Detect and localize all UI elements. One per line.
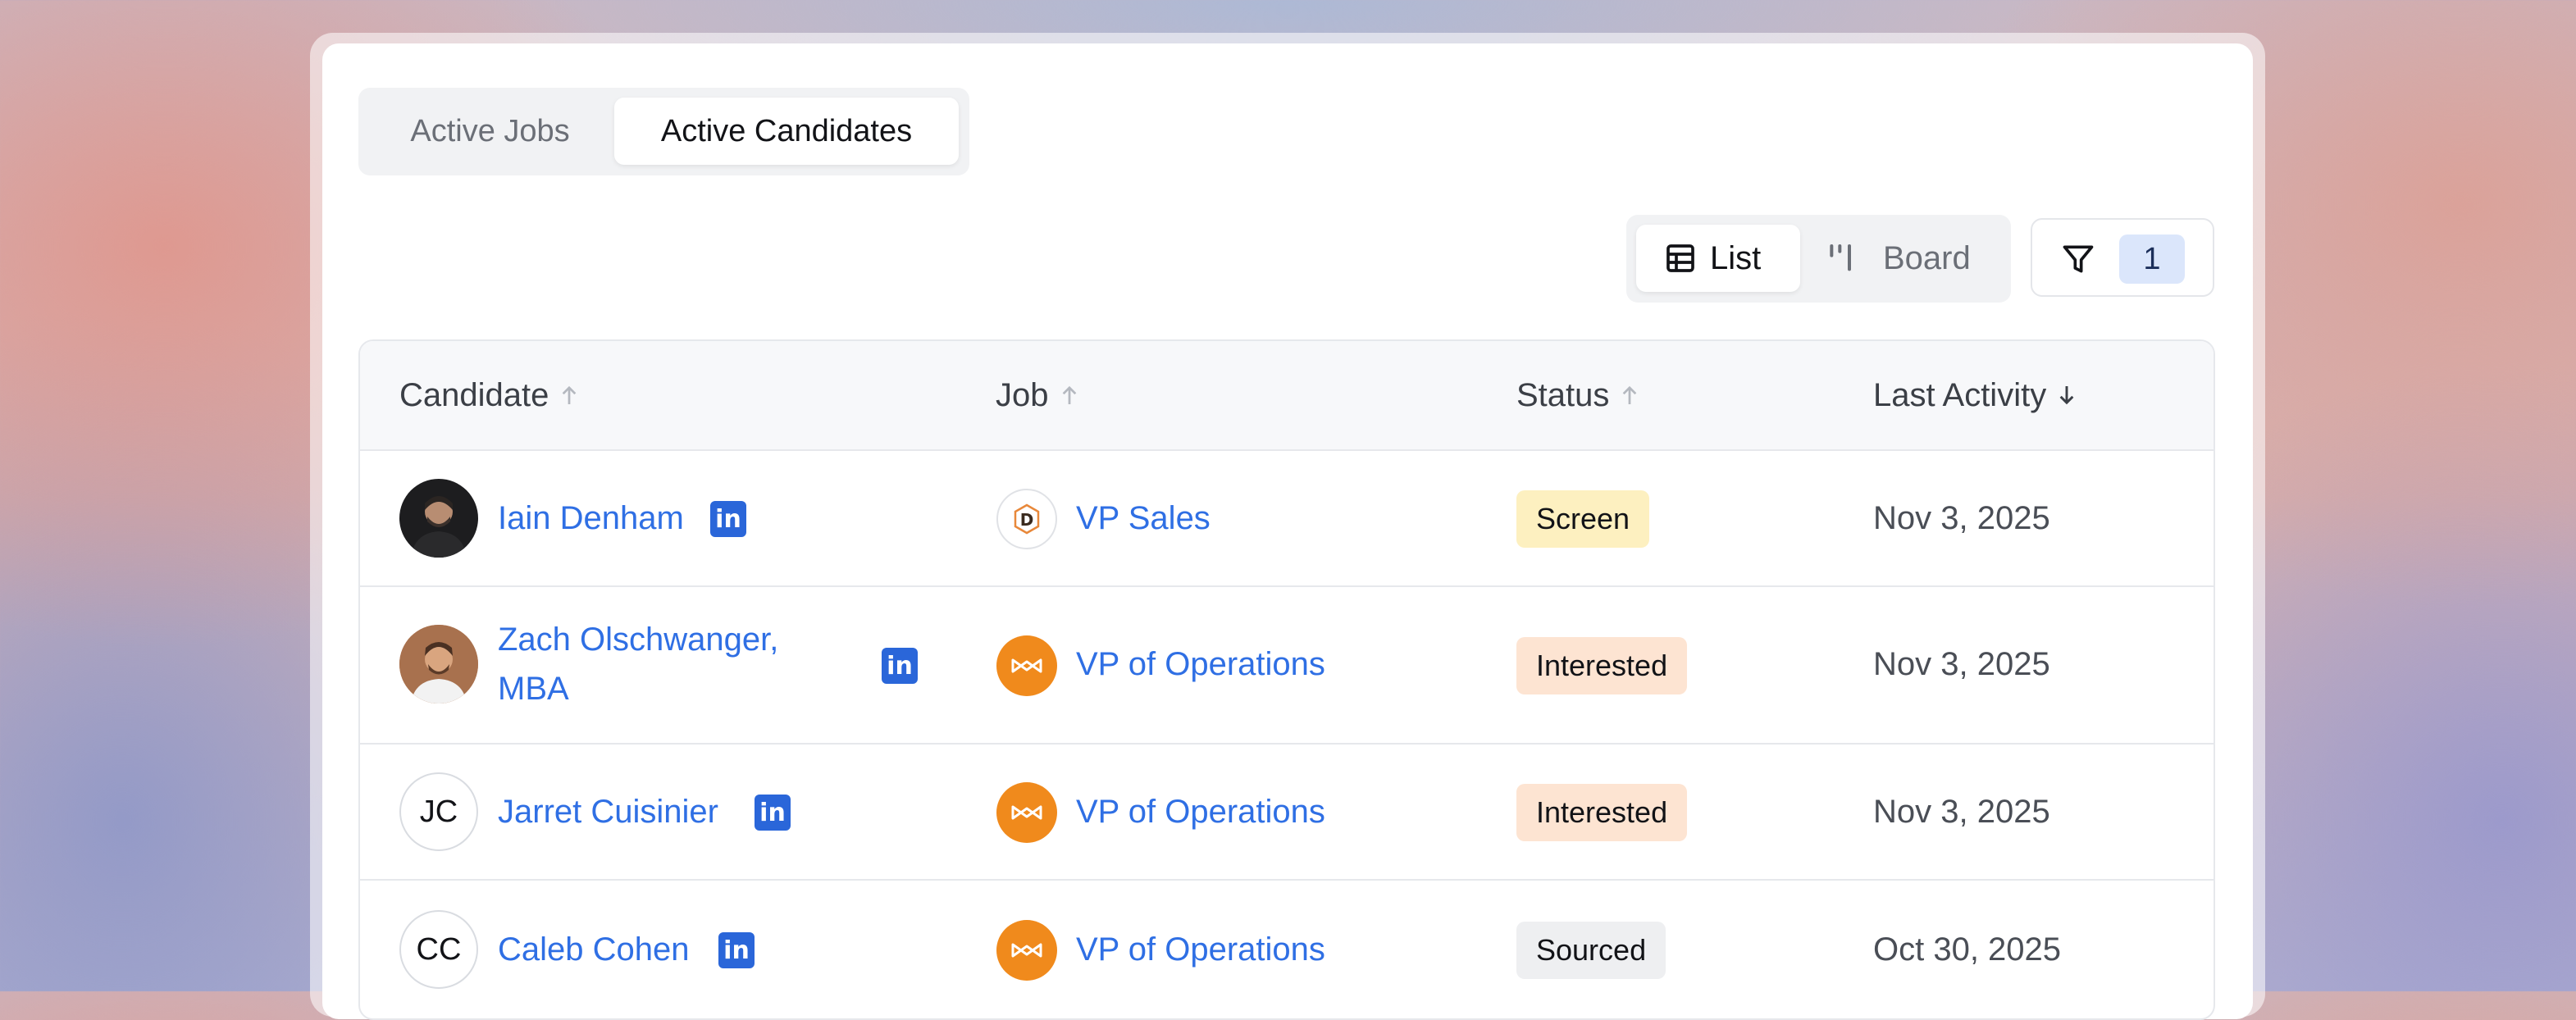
board-view-button[interactable]: Board <box>1827 225 1991 292</box>
company-logo-icon <box>996 635 1057 696</box>
candidate-name-line2[interactable]: MBA <box>498 664 569 713</box>
table-row[interactable]: Zach Olschwanger, MBA in VP of Operation… <box>360 587 2214 745</box>
avatar <box>399 625 478 704</box>
tab-active-candidates[interactable]: Active Candidates <box>614 98 959 165</box>
table-row[interactable]: JC Jarret Cuisinier in VP of Operations … <box>360 745 2214 881</box>
status-badge: Interested <box>1516 637 1688 694</box>
sort-down-icon <box>2058 385 2076 406</box>
company-logo-icon <box>996 782 1057 843</box>
company-logo-icon: D <box>996 489 1057 549</box>
status-badge: Screen <box>1516 490 1650 548</box>
candidate-name-link[interactable]: Iain Denham <box>498 494 684 543</box>
candidates-table: Candidate Job Status Last Activity Iain … <box>358 339 2215 1020</box>
column-header-status[interactable]: Status <box>1516 341 1639 449</box>
linkedin-icon[interactable]: in <box>882 648 918 684</box>
table-row[interactable]: CC Caleb Cohen in VP of Operations Sourc… <box>360 881 2214 1018</box>
job-link[interactable]: VP of Operations <box>1076 787 1325 836</box>
filter-button[interactable]: 1 <box>2031 218 2214 297</box>
sort-up-icon <box>560 385 578 406</box>
linkedin-icon[interactable]: in <box>718 932 755 968</box>
job-link[interactable]: VP Sales <box>1076 494 1210 543</box>
column-label: Job <box>996 377 1049 413</box>
table-row[interactable]: Iain Denham in D VP Sales Screen Nov 3, … <box>360 451 2214 587</box>
column-label: Status <box>1516 377 1610 413</box>
column-label: Candidate <box>399 377 549 413</box>
last-activity-date: Oct 30, 2025 <box>1873 931 2062 968</box>
column-header-last-activity[interactable]: Last Activity <box>1873 341 2076 449</box>
last-activity-date: Nov 3, 2025 <box>1873 646 2050 682</box>
view-toggle: List Board <box>1626 215 2011 303</box>
candidate-name-link[interactable]: Caleb Cohen <box>498 925 690 974</box>
kanban-icon <box>1830 244 1851 271</box>
candidate-name-link[interactable]: Jarret Cuisinier <box>498 787 718 836</box>
sort-up-icon <box>1060 385 1078 406</box>
linkedin-icon[interactable]: in <box>755 795 791 831</box>
table-icon <box>1666 244 1694 272</box>
column-header-candidate[interactable]: Candidate <box>399 341 578 449</box>
svg-text:D: D <box>1020 510 1034 530</box>
status-badge: Sourced <box>1516 922 1666 979</box>
filter-icon <box>2063 245 2094 273</box>
list-view-label: List <box>1710 239 1762 276</box>
board-view-label: Board <box>1883 239 1971 276</box>
last-activity-date: Nov 3, 2025 <box>1873 500 2050 536</box>
avatar: CC <box>399 910 478 989</box>
linkedin-icon[interactable]: in <box>710 501 746 537</box>
job-link[interactable]: VP of Operations <box>1076 640 1325 689</box>
column-header-job[interactable]: Job <box>996 341 1078 449</box>
table-header: Candidate Job Status Last Activity <box>360 341 2214 451</box>
sort-up-icon <box>1621 385 1639 406</box>
column-label: Last Activity <box>1873 377 2047 413</box>
candidate-name-line1[interactable]: Zach Olschwanger, <box>498 615 778 664</box>
tab-bar: Active Jobs Active Candidates <box>358 88 969 175</box>
tab-active-jobs[interactable]: Active Jobs <box>381 98 599 165</box>
company-logo-icon <box>996 920 1057 981</box>
filter-count-badge: 1 <box>2119 235 2185 284</box>
job-link[interactable]: VP of Operations <box>1076 925 1325 974</box>
list-view-button[interactable]: List <box>1636 225 1800 292</box>
last-activity-date: Nov 3, 2025 <box>1873 794 2050 830</box>
status-badge: Interested <box>1516 784 1688 841</box>
avatar: JC <box>399 772 478 851</box>
avatar <box>399 479 478 558</box>
